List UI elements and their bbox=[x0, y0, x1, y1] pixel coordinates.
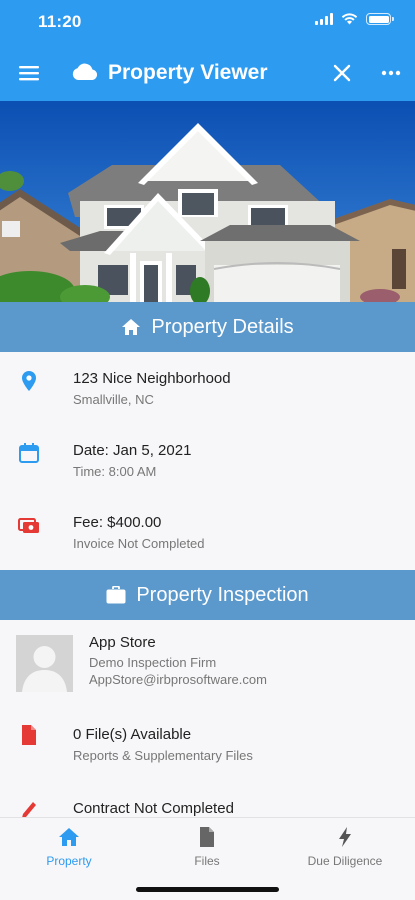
user-silhouette-icon bbox=[16, 635, 73, 692]
home-icon bbox=[122, 319, 141, 335]
time-line2: Time: 8:00 AM bbox=[73, 464, 157, 479]
section-title: Property Details bbox=[151, 315, 294, 338]
tab-files[interactable]: Files bbox=[147, 826, 267, 868]
inspector-row[interactable]: App Store Demo Inspection Firm AppStore@… bbox=[0, 620, 415, 706]
property-details-header: Property Details bbox=[0, 302, 415, 352]
tab-label: Due Diligence bbox=[307, 854, 383, 868]
inspector-name: App Store bbox=[89, 634, 156, 651]
tab-property[interactable]: Property bbox=[9, 826, 129, 868]
location-pin-icon bbox=[22, 371, 36, 391]
tab-label: Files bbox=[194, 854, 220, 868]
inspector-firm: Demo Inspection Firm bbox=[89, 655, 217, 670]
tab-due-diligence[interactable]: Due Diligence bbox=[285, 826, 405, 868]
invoice-status: Invoice Not Completed bbox=[73, 536, 205, 551]
inspector-email: AppStore@irbprosoftware.com bbox=[89, 672, 267, 687]
property-photo bbox=[0, 101, 415, 302]
more-icon[interactable] bbox=[380, 62, 402, 84]
fee-line1: Fee: $400.00 bbox=[73, 514, 162, 531]
section-title: Property Inspection bbox=[136, 583, 309, 606]
wifi-icon bbox=[341, 13, 358, 25]
contract-line1: Contract Not Completed bbox=[73, 800, 234, 817]
nav-bar: Property Viewer bbox=[0, 50, 415, 96]
file-icon bbox=[200, 827, 214, 847]
home-icon bbox=[59, 828, 79, 846]
signal-icon bbox=[315, 13, 333, 25]
date-row[interactable]: Date: Jan 5, 2021 Time: 8:00 AM bbox=[0, 424, 415, 496]
files-line2: Reports & Supplementary Files bbox=[73, 748, 253, 763]
property-inspection-header: Property Inspection bbox=[0, 570, 415, 620]
address-line1: 123 Nice Neighborhood bbox=[73, 370, 231, 387]
files-row[interactable]: 0 File(s) Available Reports & Supplement… bbox=[0, 706, 415, 780]
briefcase-icon bbox=[106, 586, 126, 604]
avatar bbox=[16, 635, 73, 692]
files-line1: 0 File(s) Available bbox=[73, 726, 192, 743]
address-row[interactable]: 123 Nice Neighborhood Smallville, NC bbox=[0, 352, 415, 424]
close-icon[interactable] bbox=[331, 62, 353, 84]
money-icon bbox=[18, 518, 39, 533]
bolt-icon bbox=[339, 827, 351, 847]
battery-icon bbox=[366, 13, 394, 25]
fee-row[interactable]: Fee: $400.00 Invoice Not Completed bbox=[0, 496, 415, 570]
address-line2: Smallville, NC bbox=[73, 392, 154, 407]
contract-row[interactable]: Contract Not Completed bbox=[0, 780, 415, 820]
app-screen: 11:20 Property Viewer Property Details 1… bbox=[0, 0, 415, 900]
cloud-icon bbox=[72, 63, 98, 80]
top-bar: 11:20 Property Viewer bbox=[0, 0, 415, 101]
menu-icon[interactable] bbox=[18, 62, 40, 84]
date-line1: Date: Jan 5, 2021 bbox=[73, 442, 192, 459]
calendar-icon bbox=[19, 443, 39, 463]
pdf-file-icon bbox=[22, 725, 36, 745]
status-icons bbox=[315, 13, 394, 25]
status-time: 11:20 bbox=[38, 12, 82, 31]
page-title: Property Viewer bbox=[108, 61, 268, 84]
tab-label: Property bbox=[46, 854, 92, 868]
home-indicator bbox=[136, 887, 279, 892]
